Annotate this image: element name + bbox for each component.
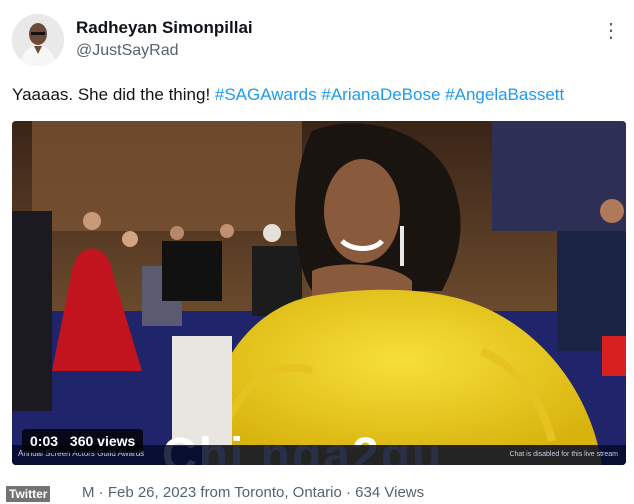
hashtag-link[interactable]: #ArianaDeBose <box>321 85 440 104</box>
author-names: Radheyan Simonpillai @JustSayRad <box>76 18 253 62</box>
hashtag-link[interactable]: #SAGAwards <box>215 85 317 104</box>
tweet-footer: Twitter M · Feb 26, 2023 from Toronto, O… <box>0 480 634 504</box>
author-handle[interactable]: @JustSayRad <box>76 40 253 62</box>
ticker-right-text: Chat is disabled for this live stream <box>509 451 618 458</box>
video-views: 360 views <box>69 433 136 449</box>
tweet-body-text: Yaaaas. She did the thing! <box>12 85 215 104</box>
hashtag-link[interactable]: #AngelaBassett <box>445 85 564 104</box>
video-player[interactable]: Chi nga2gu Annual Screen Actors Guild Aw… <box>12 121 626 465</box>
tweet-meta[interactable]: M · Feb 26, 2023 from Toronto, Ontario ·… <box>82 484 424 501</box>
tweet-text: Yaaaas. She did the thing! #SAGAwards #A… <box>12 83 564 107</box>
twitter-logo: Twitter <box>6 486 51 502</box>
video-frame <box>12 121 626 465</box>
video-time: 0:03 <box>30 433 59 449</box>
author-display-name[interactable]: Radheyan Simonpillai <box>76 18 253 38</box>
avatar[interactable] <box>12 14 64 66</box>
more-dots-icon[interactable]: ⋮ <box>601 18 622 43</box>
video-stats-badge: 0:03 360 views <box>22 429 144 453</box>
tweet-header: Radheyan Simonpillai @JustSayRad ⋮ <box>12 12 622 68</box>
